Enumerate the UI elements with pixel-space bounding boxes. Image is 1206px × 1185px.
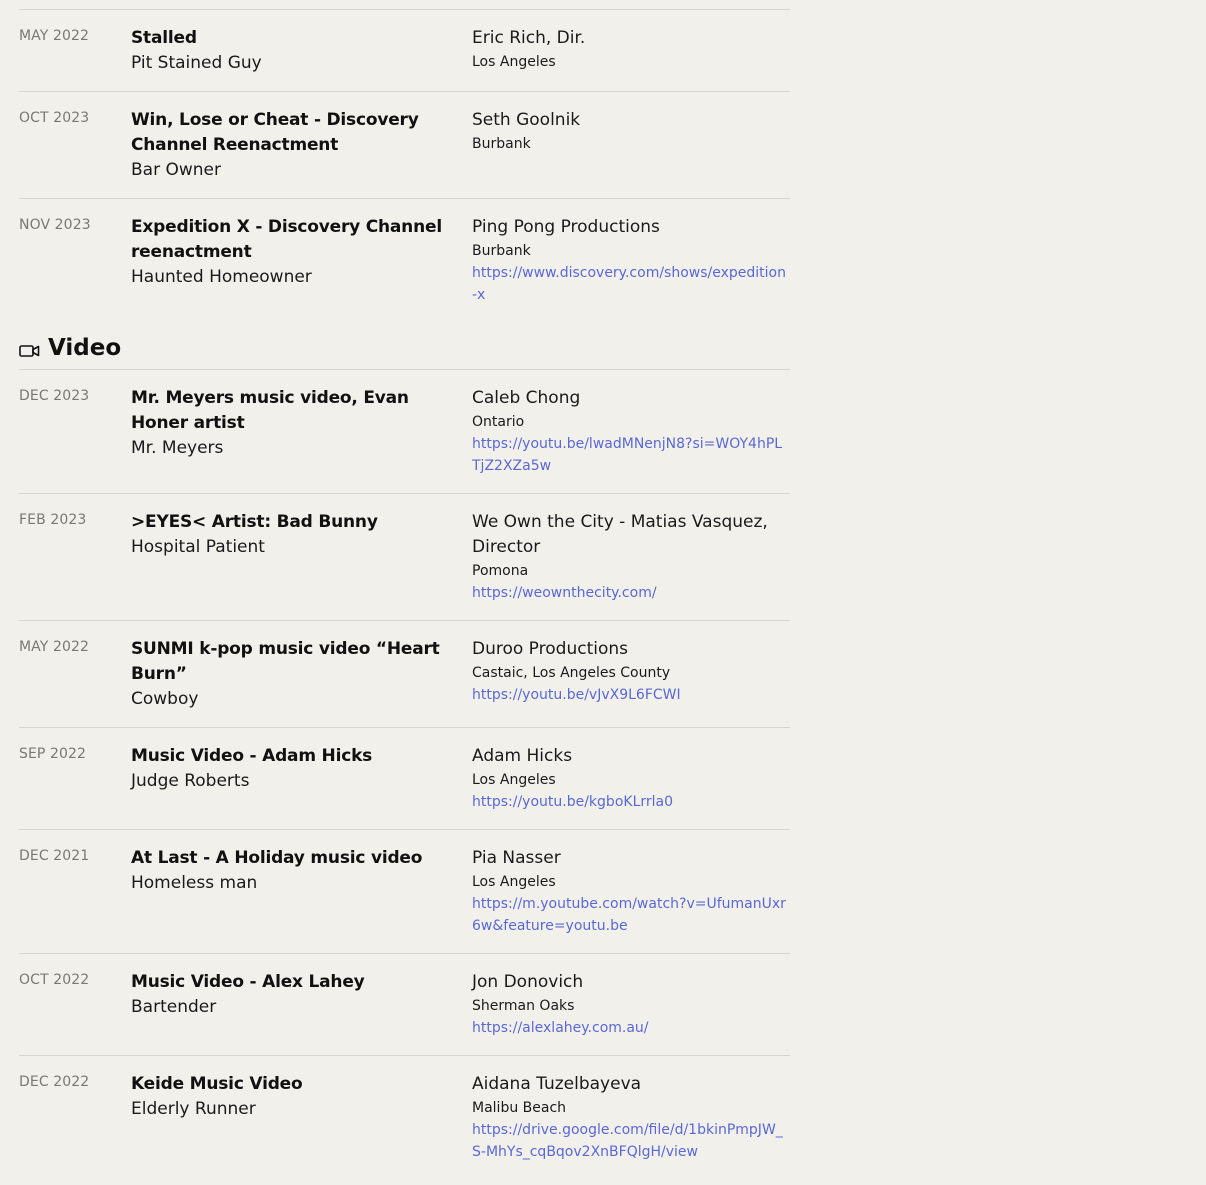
credit-company: Ping Pong Productions Burbank https://ww…	[472, 215, 790, 306]
company-name: Duroo Productions	[472, 639, 628, 659]
credit-production: Music Video - Alex Lahey Bartender	[131, 970, 472, 1039]
production-link[interactable]: https://youtu.be/lwadMNenjN8?si=WOY4hPLT…	[472, 433, 786, 477]
credit-production: Stalled Pit Stained Guy	[131, 26, 472, 75]
company-name: Pia Nasser	[472, 848, 561, 868]
credit-date: MAY 2022	[19, 639, 90, 655]
production-title: At Last - A Holiday music video	[131, 848, 423, 868]
credit-company: Adam Hicks Los Angeles https://youtu.be/…	[472, 744, 790, 813]
role-name: Pit Stained Guy	[131, 53, 262, 73]
credit-production: At Last - A Holiday music video Homeless…	[131, 846, 472, 937]
credit-date: DEC 2022	[19, 1074, 90, 1090]
production-link[interactable]: https://youtu.be/vJvX9L6FCWI	[472, 684, 786, 706]
credit-date: DEC 2023	[19, 388, 90, 404]
company-location: Burbank	[472, 136, 531, 152]
credit-date: OCT 2023	[19, 110, 90, 126]
role-name: Bartender	[131, 997, 217, 1017]
production-title: Expedition X - Discovery Channel reenact…	[131, 217, 442, 262]
role-name: Judge Roberts	[131, 771, 250, 791]
company-location: Sherman Oaks	[472, 998, 575, 1014]
credit-date: DEC 2021	[19, 848, 90, 864]
role-name: Hospital Patient	[131, 537, 265, 557]
credit-row: OCT 2023 Win, Lose or Cheat - Discovery …	[19, 91, 790, 198]
production-link[interactable]: https://youtu.be/kgboKLrrla0	[472, 791, 786, 813]
role-name: Mr. Meyers	[131, 438, 224, 458]
section-heading: Video	[48, 334, 122, 361]
role-name: Bar Owner	[131, 160, 221, 180]
credit-date: OCT 2022	[19, 972, 90, 988]
credit-company: Seth Goolnik Burbank	[472, 108, 790, 182]
production-title: SUNMI k-pop music video “Heart Burn”	[131, 639, 440, 684]
company-name: Jon Donovich	[472, 972, 584, 992]
credit-company: We Own the City - Matias Vasquez, Direct…	[472, 510, 790, 604]
credit-company: Caleb Chong Ontario https://youtu.be/lwa…	[472, 386, 790, 477]
company-location: Ontario	[472, 414, 525, 430]
credit-row: DEC 2023 Mr. Meyers music video, Evan Ho…	[19, 369, 790, 493]
credit-date: NOV 2023	[19, 217, 91, 233]
credit-company: Aidana Tuzelbayeva Malibu Beach https://…	[472, 1072, 790, 1163]
credit-row: DEC 2022 Keide Music Video Elderly Runne…	[19, 1055, 790, 1179]
credit-row: MAY 2022 SUNMI k-pop music video “Heart …	[19, 620, 790, 727]
company-name: Seth Goolnik	[472, 110, 581, 130]
video-credits: DEC 2023 Mr. Meyers music video, Evan Ho…	[19, 369, 790, 1179]
company-location: Castaic, Los Angeles County	[472, 665, 671, 681]
role-name: Cowboy	[131, 689, 199, 709]
credit-production: Win, Lose or Cheat - Discovery Channel R…	[131, 108, 472, 182]
credit-row: SEP 2022 Music Video - Adam Hicks Judge …	[19, 727, 790, 829]
company-name: Eric Rich, Dir.	[472, 28, 586, 48]
credit-company: Jon Donovich Sherman Oaks https://alexla…	[472, 970, 790, 1039]
credit-production: >EYES< Artist: Bad Bunny Hospital Patien…	[131, 510, 472, 604]
credit-company: Pia Nasser Los Angeles https://m.youtube…	[472, 846, 790, 937]
production-title: Mr. Meyers music video, Evan Honer artis…	[131, 388, 409, 433]
company-name: We Own the City - Matias Vasquez, Direct…	[472, 512, 768, 557]
credit-row: DEC 2021 At Last - A Holiday music video…	[19, 829, 790, 953]
credit-company: Duroo Productions Castaic, Los Angeles C…	[472, 637, 790, 711]
role-name: Homeless man	[131, 873, 258, 893]
credit-row: MAY 2022 Stalled Pit Stained Guy Eric Ri…	[19, 9, 790, 91]
production-title: Keide Music Video	[131, 1074, 303, 1094]
video-camera-icon	[19, 343, 40, 357]
video-section-header: Video	[19, 322, 790, 369]
production-link[interactable]: https://www.discovery.com/shows/expediti…	[472, 262, 786, 306]
production-link[interactable]: https://drive.google.com/file/d/1bkinPmp…	[472, 1119, 786, 1163]
production-link[interactable]: https://alexlahey.com.au/	[472, 1017, 786, 1039]
company-location: Burbank	[472, 243, 531, 259]
role-name: Elderly Runner	[131, 1099, 256, 1119]
production-title: Stalled	[131, 28, 197, 48]
credit-production: Mr. Meyers music video, Evan Honer artis…	[131, 386, 472, 477]
company-name: Ping Pong Productions	[472, 217, 660, 237]
credit-production: SUNMI k-pop music video “Heart Burn” Cow…	[131, 637, 472, 711]
production-title: Win, Lose or Cheat - Discovery Channel R…	[131, 110, 419, 155]
credit-row: NOV 2023 Expedition X - Discovery Channe…	[19, 198, 790, 322]
credit-date: MAY 2022	[19, 28, 90, 44]
company-location: Los Angeles	[472, 874, 556, 890]
credit-production: Music Video - Adam Hicks Judge Roberts	[131, 744, 472, 813]
film-credits-tail: MAY 2022 Stalled Pit Stained Guy Eric Ri…	[19, 9, 790, 322]
production-link[interactable]: https://weownthecity.com/	[472, 582, 786, 604]
production-title: Music Video - Adam Hicks	[131, 746, 373, 766]
production-title: >EYES< Artist: Bad Bunny	[131, 512, 378, 532]
production-title: Music Video - Alex Lahey	[131, 972, 365, 992]
credit-company: Eric Rich, Dir. Los Angeles	[472, 26, 790, 75]
credit-row: FEB 2023 >EYES< Artist: Bad Bunny Hospit…	[19, 493, 790, 620]
credit-date: FEB 2023	[19, 512, 87, 528]
credit-date: SEP 2022	[19, 746, 87, 762]
company-name: Caleb Chong	[472, 388, 581, 408]
credit-production: Keide Music Video Elderly Runner	[131, 1072, 472, 1163]
company-location: Los Angeles	[472, 54, 556, 70]
company-location: Malibu Beach	[472, 1100, 567, 1116]
role-name: Haunted Homeowner	[131, 267, 312, 287]
credit-production: Expedition X - Discovery Channel reenact…	[131, 215, 472, 306]
company-name: Aidana Tuzelbayeva	[472, 1074, 642, 1094]
company-location: Pomona	[472, 563, 529, 579]
company-name: Adam Hicks	[472, 746, 573, 766]
production-link[interactable]: https://m.youtube.com/watch?v=UfumanUxr6…	[472, 893, 786, 937]
company-location: Los Angeles	[472, 772, 556, 788]
credits-list: MAY 2022 Stalled Pit Stained Guy Eric Ri…	[19, 0, 790, 1179]
credit-row: OCT 2022 Music Video - Alex Lahey Barten…	[19, 953, 790, 1055]
